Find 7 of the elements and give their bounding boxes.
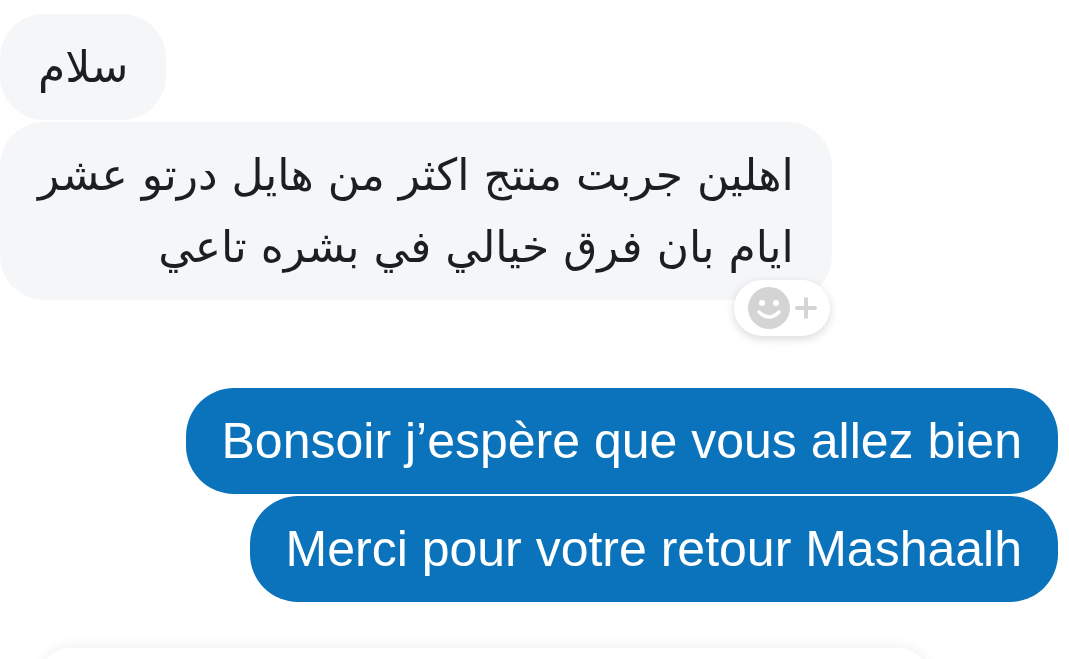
- outgoing-message: Bonsoir j’espère que vous allez bien: [185, 388, 1058, 494]
- incoming-message: اهلين جربت منتج اكثر من هايل درتو عشر ايام بان فرق خيالي في بشره تاعي: [0, 122, 832, 300]
- outgoing-message: Merci pour votre retour Mashaalh: [249, 496, 1058, 602]
- smiley-icon: [746, 286, 791, 330]
- add-reaction-button[interactable]: [733, 280, 830, 336]
- plus-icon: [794, 297, 817, 319]
- incoming-message: سلام: [0, 14, 167, 120]
